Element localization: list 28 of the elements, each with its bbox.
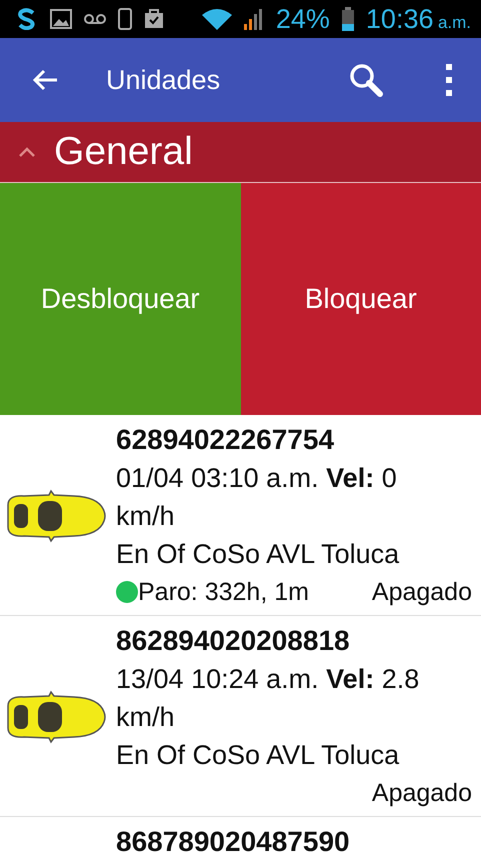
stop-duration: Paro: 332h, 1m: [138, 577, 310, 608]
screen-title: Unidades: [106, 64, 222, 96]
voicemail-icon: [84, 13, 106, 25]
unit-id[interactable]: 862894020208818: [116, 622, 472, 660]
battery-percent: 24%: [276, 4, 330, 34]
clipboard-check-icon: [144, 9, 164, 29]
engine-state: Apagado: [372, 577, 472, 608]
wifi-icon: [202, 8, 232, 30]
menu-icon: [445, 63, 453, 97]
phone-icon: [118, 8, 132, 30]
back-arrow-icon: [32, 69, 58, 91]
unit-id[interactable]: 868789020487590: [116, 823, 472, 856]
unit-id[interactable]: 62894022267754: [116, 421, 472, 459]
clock-suffix: a.m.: [438, 12, 471, 32]
unit-info: 13/04 10:24 a.m. Vel: 2.8 km/h: [116, 663, 420, 734]
search-icon: [349, 63, 383, 97]
unit-location: En Of CoSo AVL Toluca: [116, 538, 400, 571]
clock-time: 10:36: [366, 4, 434, 34]
battery-icon: [342, 7, 354, 31]
signal-icon: [244, 8, 264, 30]
image-icon: [50, 9, 72, 29]
unit-info: 01/04 03:10 a.m. Vel: 0 km/h: [116, 462, 398, 533]
unlock-button[interactable]: Desbloquear: [0, 183, 240, 415]
unit-location: En Of CoSo AVL Toluca: [116, 739, 400, 772]
lock-button[interactable]: Bloquear: [240, 183, 481, 415]
engine-state: Apagado: [372, 778, 472, 809]
chevron-icon[interactable]: [18, 147, 36, 157]
group-title: General: [54, 130, 193, 174]
